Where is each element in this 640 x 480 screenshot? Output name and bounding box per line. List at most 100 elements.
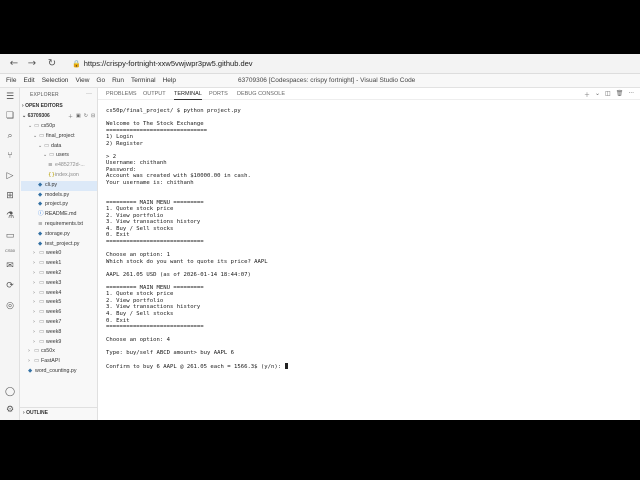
tree-item-label: week3 [46,279,62,286]
extensions-icon[interactable]: ⊞ [4,190,16,202]
github-icon[interactable]: ◎ [4,300,16,312]
folder-item[interactable]: › ▭ week7 [21,318,97,328]
folder-item[interactable]: ⌄ ▭ final_project [21,132,97,142]
md-file-icon: ⓘ [38,211,44,218]
menu-view[interactable]: View [75,77,89,84]
new-terminal-icon[interactable]: ＋ [584,90,590,99]
address-bar[interactable]: 🔒 https://crispy-fortnight-xxw5vwjwpr3pw5… [72,57,452,71]
tree-item-label: week7 [46,319,62,325]
run-debug-icon[interactable]: ▷ [4,170,16,182]
file-item[interactable]: ≡ e485272d-... [21,161,97,171]
refresh-icon[interactable]: ↻ [84,113,88,120]
file-item[interactable]: ⓘREADME.md [21,210,97,220]
testing-icon[interactable]: ⚗ [4,210,16,222]
folder-item[interactable]: › ▭ week9 [21,338,97,348]
kill-terminal-icon[interactable]: 🗑 [616,90,624,99]
tree-item-label: users [56,152,69,159]
open-editors-section[interactable]: › OPEN EDITORS [22,103,63,109]
tree-item-label: index.json [55,172,79,178]
more-actions-icon[interactable]: ··· [86,91,92,97]
folder-item[interactable]: › ▭ week5 [21,298,97,308]
file-item[interactable]: ◆ word_counting.py [21,367,97,377]
tab-terminal[interactable]: TERMINAL [174,91,202,100]
new-folder-icon[interactable]: ▣ [76,113,81,120]
folder-icon: ▭ [39,319,45,325]
folder-item[interactable]: › ▭ week4 [21,289,97,299]
remote-explorer-icon[interactable]: ▭ [4,230,16,242]
lock-icon: 🔒 [72,61,81,68]
file-item[interactable]: ◆ project.py [21,200,97,210]
sync-icon[interactable]: ⟳ [4,280,16,292]
split-terminal-icon[interactable]: ◫ [605,90,611,99]
tab-ports[interactable]: PORTS [209,91,228,97]
settings-gear-icon[interactable]: ⚙ [4,404,16,416]
file-item[interactable]: {}index.json [21,171,97,181]
tree-item-label: week4 [46,289,62,296]
folder-item[interactable]: › ▭ week2 [21,269,97,279]
open-editors-label: OPEN EDITORS [25,103,63,109]
tree-item-label: cli.py [45,181,58,188]
folder-item[interactable]: › ▭ week3 [21,279,97,289]
search-icon[interactable]: ⌕ [4,130,16,142]
workspace-section[interactable]: ⌄ 63709306 [22,113,50,119]
folder-item[interactable]: › ▭ week0 [21,249,97,259]
menu-edit[interactable]: Edit [23,77,34,84]
terminal-output[interactable]: cs50p/final_project/ $ python project.py… [106,108,636,370]
folder-item[interactable]: › ▭ week1 [21,259,97,269]
explorer-icon[interactable]: ❏ [4,110,16,122]
menu-icon[interactable]: ☰ [4,91,16,103]
tree-item-label: week2 [46,270,62,276]
folder-icon: ▭ [34,358,40,365]
folder-item[interactable]: ⌄ ▭ cs50p [21,122,97,132]
account-icon[interactable]: ◯ [4,386,16,398]
back-icon[interactable]: ← [8,58,20,70]
tab-problems[interactable]: PROBLEMS [106,91,137,97]
folder-icon: ▭ [39,299,45,306]
folder-item[interactable]: ⌄ ▭ users [21,151,97,161]
tree-item-label: word_counting.py [35,368,77,374]
collapse-icon[interactable]: ⊟ [91,113,95,120]
file-item[interactable]: ◆ cli.py [21,180,97,191]
menu-go[interactable]: Go [96,77,105,84]
workspace-label: 63709306 [27,113,50,119]
folder-icon: ▭ [49,152,55,159]
tab-output[interactable]: OUTPUT [143,91,166,97]
menu-file[interactable]: File [6,77,16,84]
folder-icon: ▭ [39,132,45,139]
cs50-label[interactable]: CS50 [1,248,19,253]
forward-icon[interactable]: → [26,58,38,70]
folder-item[interactable]: › ▭ week6 [21,308,97,318]
window-title: 63709306 [Codespaces: crispy fortnight] … [238,77,416,84]
folder-item[interactable]: › ▭ cs50x [21,347,97,357]
outline-section[interactable]: › OUTLINE [20,407,98,417]
terminal-dropdown-icon[interactable]: ⌄ [595,90,600,99]
menu-items: File Edit Selection View Go Run Terminal Help [6,77,176,84]
file-item[interactable]: ◆ storage.py [21,230,97,240]
reload-icon[interactable]: ↻ [46,58,58,70]
tree-item-label: week6 [46,309,62,316]
menu-help[interactable]: Help [163,77,176,84]
menu-terminal[interactable]: Terminal [131,77,156,84]
more-icon[interactable]: ··· [628,90,634,99]
new-file-icon[interactable]: ＋ [68,113,73,120]
panel-actions: ＋ ⌄ ◫ 🗑 ··· ⌃ ✕ [584,90,640,99]
tree-item-label: week5 [46,299,62,306]
folder-item[interactable]: › ▭ FastAPI [21,357,97,367]
folder-item[interactable]: › ▭ week8 [21,328,97,338]
panel-tabs: PROBLEMS OUTPUT TERMINAL PORTS DEBUG CONSOLE [98,88,640,100]
outline-label: OUTLINE [26,410,49,416]
folder-item[interactable]: ⌄ ▭ data [21,142,97,152]
py-file-icon: ◆ [38,191,43,198]
file-item[interactable]: ◆ test_project.py [21,240,97,250]
py-file-icon: ◆ [28,368,33,374]
source-control-icon[interactable]: ⑂ [4,150,16,162]
chat-icon[interactable]: ✉ [4,260,16,272]
txt-file-icon: ≡ [48,162,53,169]
tree-toolbar: ＋ ▣ ↻ ⊟ [68,113,95,120]
menu-run[interactable]: Run [112,77,124,84]
menu-selection[interactable]: Selection [42,77,69,84]
tab-debug-console[interactable]: DEBUG CONSOLE [237,91,285,97]
file-item[interactable]: ◆ models.py [21,191,97,201]
tree-item-label: README.md [45,211,77,218]
file-item[interactable]: ≡ requirements.txt [21,220,97,230]
